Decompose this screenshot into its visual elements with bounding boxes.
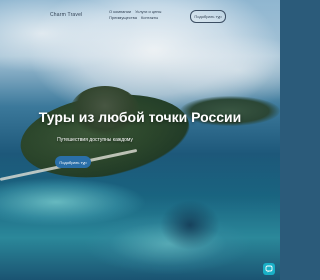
nav-menu: О компании Услуги и цены Преимущества Ко… bbox=[109, 9, 189, 21]
chat-widget-button[interactable] bbox=[263, 263, 275, 275]
hero-subtitle: Путешествия доступны каждому bbox=[57, 137, 133, 143]
header-find-tour-button[interactable]: Подобрать тур bbox=[190, 10, 226, 23]
hero-find-tour-button[interactable]: Подобрать тур bbox=[55, 156, 91, 168]
page-title: Туры из любой точки России bbox=[38, 109, 242, 125]
nav-item-advantages[interactable]: Преимущества bbox=[109, 15, 137, 21]
chat-icon bbox=[265, 265, 273, 273]
nav-item-contacts[interactable]: Контакты bbox=[141, 15, 158, 21]
top-navigation: Charm Travel О компании Услуги и цены Пр… bbox=[0, 8, 280, 24]
hero-section: Charm Travel О компании Услуги и цены Пр… bbox=[0, 0, 280, 280]
logo[interactable]: Charm Travel bbox=[50, 12, 82, 18]
